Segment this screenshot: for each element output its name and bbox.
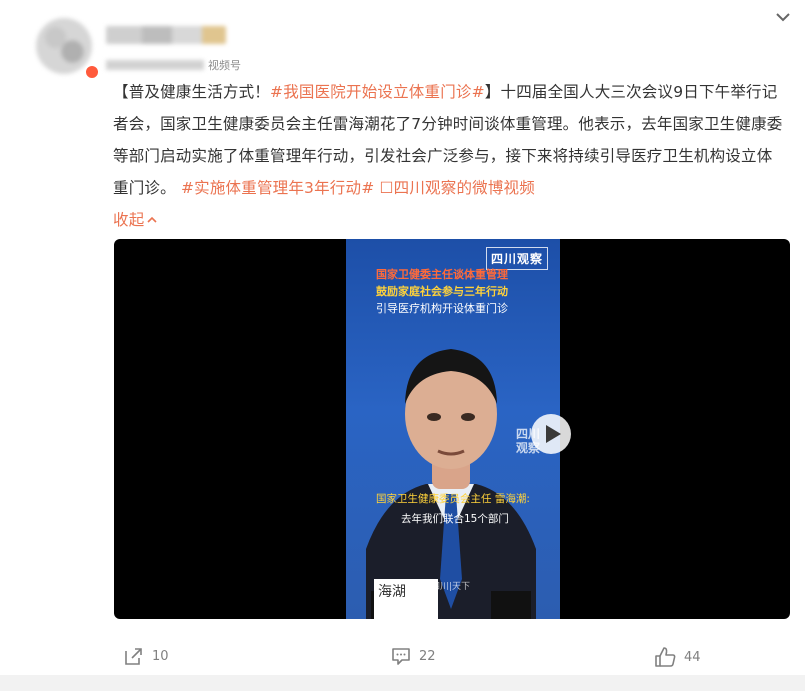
- username-blurred[interactable]: [106, 26, 226, 44]
- like-count: 44: [684, 649, 701, 665]
- chevron-up-icon: [147, 216, 157, 223]
- video-frame: 四川观察 国家卫健委主任谈体重管理 鼓励家庭社会参与三年行动 引导医疗机构开设体…: [346, 239, 560, 619]
- collapse-button[interactable]: 收起: [113, 211, 158, 229]
- video-link-icon: ☐: [379, 179, 394, 197]
- hashtag-link[interactable]: #我国医院开始设立体重门诊#: [270, 83, 485, 101]
- share-icon: [125, 648, 142, 665]
- comment-icon: [392, 648, 410, 665]
- subtitle-speaker: 国家卫生健康委员会主任 雷海潮:: [376, 493, 530, 505]
- weibo-post-card: 视频号 【普及健康生活方式！#我国医院开始设立体重门诊#】十四届全国人大三次会议…: [0, 0, 805, 675]
- video-link[interactable]: ☐四川观察的微博视频: [380, 179, 535, 197]
- meta-blurred: [106, 60, 204, 70]
- subtitle-text: 去年我们联合15个部门: [401, 513, 509, 525]
- comment-count: 22: [419, 648, 436, 664]
- collapse-label: 收起: [113, 211, 145, 229]
- post-source: 视频号: [208, 59, 241, 72]
- play-icon[interactable]: [530, 413, 572, 455]
- thumbs-up-icon: [655, 647, 676, 667]
- hashtag-link[interactable]: #实施体重管理年3年行动#: [181, 179, 374, 197]
- video-link-label: 四川观察的微博视频: [393, 179, 535, 197]
- like-button[interactable]: 44: [654, 646, 701, 668]
- share-button[interactable]: 10: [124, 646, 169, 666]
- video-player[interactable]: 四川观察 国家卫健委主任谈体重管理 鼓励家庭社会参与三年行动 引导医疗机构开设体…: [114, 239, 790, 619]
- chevron-down-icon[interactable]: [772, 6, 794, 28]
- verified-badge-icon: [84, 64, 100, 80]
- caption-line-3: 引导医疗机构开设体重门诊: [376, 302, 508, 315]
- post-meta: 视频号: [106, 58, 241, 72]
- post-text: 【普及健康生活方式！#我国医院开始设立体重门诊#】十四届全国人大三次会议9日下午…: [113, 76, 783, 236]
- nameplate: 海湖: [374, 579, 438, 619]
- action-bar: 10 22 44: [0, 636, 805, 676]
- speaker-image: [366, 349, 536, 619]
- caption-line-1: 国家卫健委主任谈体重管理: [376, 268, 508, 281]
- caption-line-2: 鼓励家庭社会参与三年行动: [376, 285, 508, 298]
- share-count: 10: [152, 648, 169, 664]
- avatar[interactable]: [36, 18, 92, 74]
- comment-button[interactable]: 22: [391, 646, 436, 666]
- post-text-part: 【普及健康生活方式！: [113, 83, 271, 101]
- bottom-logo: 四川|天下: [431, 582, 471, 592]
